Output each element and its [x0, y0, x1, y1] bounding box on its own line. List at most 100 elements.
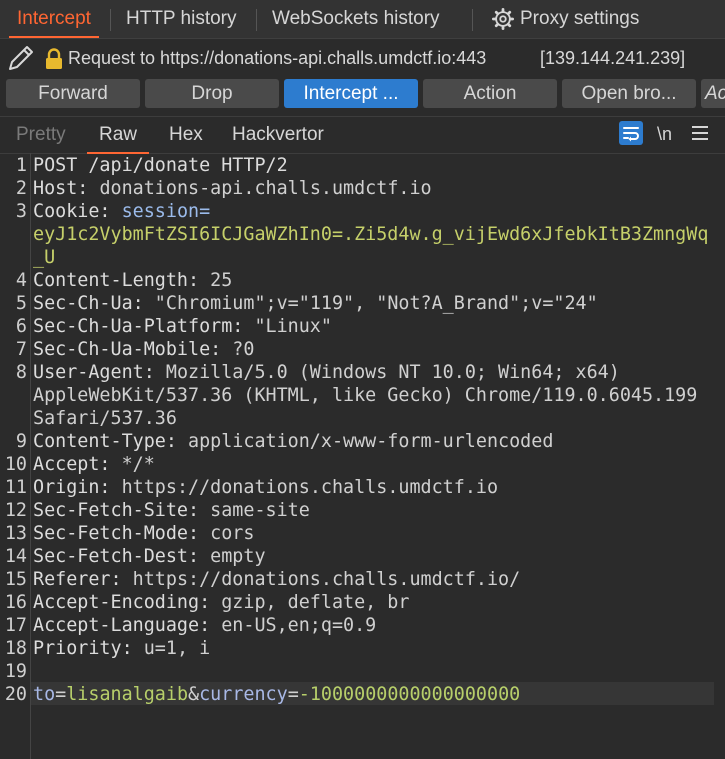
header-name: Sec-Ch-Ua:: [33, 293, 144, 314]
header-value: u=1, i: [132, 638, 211, 659]
header-value: gzip, deflate, br: [210, 592, 410, 613]
header-name: Cookie:: [33, 201, 111, 222]
header-accept: Accept: */*: [33, 453, 155, 476]
header-value: "Linux": [243, 316, 332, 337]
header-name: Sec-Ch-Ua-Platform:: [33, 316, 244, 337]
line-number: 7: [15, 339, 27, 360]
request-target-line: Request to https://donations-api.challs.…: [0, 40, 725, 76]
request-ip: [139.144.241.239]: [540, 48, 686, 68]
header-sec-ch-ua: Sec-Ch-Ua: "Chromium";v="119", "Not?A_Br…: [33, 292, 598, 315]
header-accept-language: Accept-Language: en-US,en;q=0.9: [33, 614, 376, 637]
editor-tab-bar: Pretty Raw Hex Hackvertor: [0, 116, 725, 154]
request-target: Request to https://donations-api.challs.…: [68, 48, 487, 68]
line-number: 16: [4, 592, 27, 613]
header-name: Sec-Ch-Ua-Mobile:: [33, 339, 222, 360]
header-name: User-Agent:: [33, 362, 155, 383]
line-number: 19: [4, 661, 27, 682]
line-number: 4: [15, 270, 27, 291]
header-value: donations-api.challs.umdctf.io: [88, 178, 432, 199]
param-value: lisanalgaib: [66, 684, 189, 705]
intercept-toggle-button[interactable]: Intercept ...: [284, 79, 418, 108]
param-separator: &: [188, 684, 200, 705]
header-name: Content-Length:: [33, 270, 200, 291]
header-value: 25: [199, 270, 233, 291]
tab-http-history[interactable]: HTTP history: [126, 0, 237, 38]
header-sec-fetch-mode: Sec-Fetch-Mode: cors: [33, 522, 254, 545]
tab-intercept[interactable]: Intercept: [9, 0, 99, 38]
header-name: Content-Type:: [33, 431, 177, 452]
param-key: currency: [199, 684, 288, 705]
line-number: 17: [4, 615, 27, 636]
cookie-value-wrap: _U: [33, 247, 56, 268]
action-button[interactable]: Action: [423, 79, 557, 108]
tab-hackvertor[interactable]: Hackvertor: [232, 117, 324, 153]
line-number: 12: [4, 500, 27, 521]
header-value: https://donations.challs.umdctf.io/: [121, 569, 521, 590]
header-value: ?0: [221, 339, 255, 360]
line-number: 18: [4, 638, 27, 659]
header-value: "Chromium";v="119", "Not?A_Brand";v="24": [143, 293, 598, 314]
line-number: 3: [15, 201, 27, 222]
show-newlines-toggle[interactable]: \n: [657, 116, 672, 152]
header-name: Sec-Fetch-Site:: [33, 500, 200, 521]
header-value: */*: [110, 454, 155, 475]
wrap-lines-button[interactable]: [619, 121, 643, 145]
header-value: https://donations.challs.umdctf.io: [110, 477, 499, 498]
line-number: 13: [4, 523, 27, 544]
line-number: 15: [4, 569, 27, 590]
header-content-length: Content-Length: 25: [33, 269, 232, 292]
request-body: to=lisanalgaib&currency=-100000000000000…: [33, 683, 520, 706]
tab-divider: [472, 9, 473, 31]
gear-icon[interactable]: [492, 8, 514, 30]
tab-proxy-settings[interactable]: Proxy settings: [520, 0, 639, 38]
line-number: 20: [4, 684, 27, 705]
header-name: Sec-Fetch-Dest:: [33, 546, 200, 567]
header-name: Sec-Fetch-Mode:: [33, 523, 200, 544]
tab-divider: [110, 9, 111, 31]
tab-raw[interactable]: Raw: [86, 117, 150, 154]
gutter-divider: [30, 153, 31, 759]
header-value: empty: [199, 546, 266, 567]
header-content-type: Content-Type: application/x-www-form-url…: [33, 430, 553, 453]
header-value-wrap: Safari/537.36: [33, 408, 177, 429]
header-name: Origin:: [33, 477, 111, 498]
open-browser-button[interactable]: Open bro...: [562, 79, 696, 108]
param-equals: =: [287, 684, 299, 705]
param-key: to: [33, 684, 56, 705]
line-number: 5: [15, 293, 27, 314]
line-number: 2: [15, 178, 27, 199]
header-sec-fetch-site: Sec-Fetch-Site: same-site: [33, 499, 310, 522]
cookie-value: eyJ1c2VybmFtZSI6ICJGaWZhIn0=.Zi5d4w.g_vi…: [33, 224, 709, 245]
header-priority: Priority: u=1, i: [33, 637, 210, 660]
header-referer: Referer: https://donations.challs.umdctf…: [33, 568, 520, 591]
header-value-wrap: AppleWebKit/537.36 (KHTML, like Gecko) C…: [33, 385, 698, 406]
header-host: Host: donations-api.challs.umdctf.io: [33, 177, 432, 200]
line-number: 1: [15, 155, 27, 176]
menu-icon[interactable]: [692, 126, 708, 140]
raw-request-editor[interactable]: 1 2 3 4 5 6 7 8 9 10 11 12 13 14 15 16 1…: [0, 153, 725, 759]
header-name: Priority:: [33, 638, 133, 659]
header-origin: Origin: https://donations.challs.umdctf.…: [33, 476, 498, 499]
header-sec-ch-ua-platform: Sec-Ch-Ua-Platform: "Linux": [33, 315, 332, 338]
wrap-lines-icon: [623, 127, 639, 142]
tab-pretty[interactable]: Pretty: [16, 117, 66, 153]
line-number: 8: [15, 362, 27, 383]
line-number: 14: [4, 546, 27, 567]
drop-button[interactable]: Drop: [145, 79, 279, 108]
header-name: Host:: [33, 178, 89, 199]
line-number: 11: [4, 477, 27, 498]
partial-button[interactable]: Ac: [701, 79, 725, 108]
header-value: en-US,en;q=0.9: [210, 615, 377, 636]
param-value: -1000000000000000000: [298, 684, 521, 705]
header-accept-encoding: Accept-Encoding: gzip, deflate, br: [33, 591, 409, 614]
tab-websockets-history[interactable]: WebSockets history: [272, 0, 440, 38]
header-value: Mozilla/5.0 (Windows NT 10.0; Win64; x64…: [154, 362, 620, 383]
line-number: 10: [4, 454, 27, 475]
line-number: 9: [15, 431, 27, 452]
tab-hex[interactable]: Hex: [169, 117, 203, 153]
forward-button[interactable]: Forward: [6, 79, 140, 108]
cookie-name: session=: [110, 201, 211, 222]
param-equals: =: [55, 684, 67, 705]
header-sec-fetch-dest: Sec-Fetch-Dest: empty: [33, 545, 266, 568]
proxy-tab-bar: Intercept HTTP history WebSockets histor…: [0, 0, 725, 39]
